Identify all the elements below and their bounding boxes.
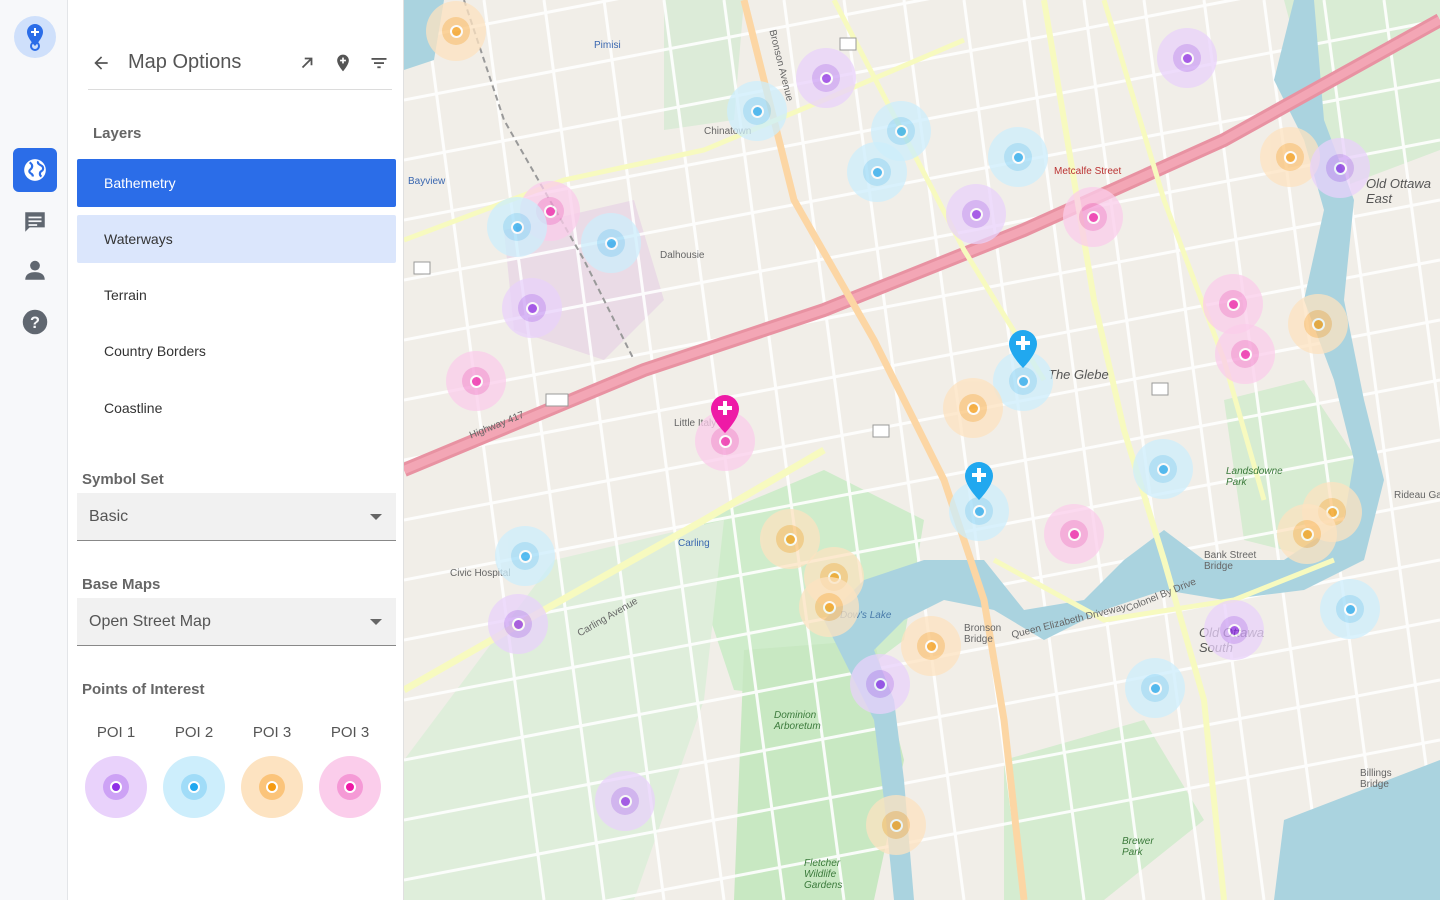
poi-marker[interactable] xyxy=(1157,28,1217,88)
base-maps-heading: Base Maps xyxy=(82,576,161,593)
app-logo-icon xyxy=(14,16,56,58)
filter-icon[interactable] xyxy=(366,50,392,76)
dropdown-arrow-icon xyxy=(370,619,382,625)
poi-label: POI 3 xyxy=(330,724,370,741)
poi-2-marker-icon xyxy=(163,756,225,818)
layer-item-country-borders[interactable]: Country Borders xyxy=(77,327,396,375)
poi-marker[interactable] xyxy=(1204,600,1264,660)
poi-item-3[interactable]: POI 3 xyxy=(240,724,304,818)
map-label: Fletcher Wildlife Gardens xyxy=(804,858,843,891)
poi-label: POI 3 xyxy=(252,724,292,741)
map-label: Bayview xyxy=(408,176,446,187)
poi-marker[interactable] xyxy=(1310,138,1370,198)
poi-item-2[interactable]: POI 2 xyxy=(162,724,226,818)
poi-marker[interactable] xyxy=(1133,439,1193,499)
map-label: The Glebe xyxy=(1048,367,1109,382)
layers-heading: Layers xyxy=(93,125,142,142)
map-label: Pimisi xyxy=(594,40,621,51)
chat-icon[interactable] xyxy=(13,200,57,244)
panel-header: Map Options xyxy=(88,36,392,90)
poi-label: POI 2 xyxy=(174,724,214,741)
poi-marker[interactable] xyxy=(1215,324,1275,384)
map-label: Dalhousie xyxy=(660,250,705,261)
map-label: Dominion Arboretum xyxy=(774,710,821,732)
symbol-set-value: Basic xyxy=(89,507,129,525)
layer-item-coastline[interactable]: Coastline xyxy=(77,384,396,432)
poi-marker[interactable] xyxy=(1277,504,1337,564)
page-title: Map Options xyxy=(128,51,242,73)
poi-marker[interactable] xyxy=(595,771,655,831)
poi-marker[interactable] xyxy=(901,616,961,676)
map-view[interactable]: Chinatown Dalhousie The Glebe Old Ottawa… xyxy=(404,0,1440,900)
poi-3-marker-icon xyxy=(241,756,303,818)
back-arrow-icon[interactable] xyxy=(88,50,114,76)
poi-marker[interactable] xyxy=(727,81,787,141)
expand-arrow-icon[interactable] xyxy=(294,50,320,76)
help-icon[interactable]: ? xyxy=(13,300,57,344)
map-options-panel: Map Options Layers Bathemetry Waterways … xyxy=(68,0,404,900)
poi-marker[interactable] xyxy=(1063,187,1123,247)
poi-4-marker-icon xyxy=(319,756,381,818)
poi-item-1[interactable]: POI 1 xyxy=(84,724,148,818)
layer-item-bathemetry[interactable]: Bathemetry xyxy=(77,159,396,207)
poi-marker[interactable] xyxy=(426,1,486,61)
map-label: Carling xyxy=(678,538,710,549)
svg-text:?: ? xyxy=(30,314,40,332)
poi-marker[interactable] xyxy=(1044,504,1104,564)
map-label: Metcalfe Street xyxy=(1054,166,1122,177)
map-label: Bronson Bridge xyxy=(964,623,1002,645)
poi-marker[interactable] xyxy=(487,197,547,257)
map-label: Landsdowne Park xyxy=(1226,466,1283,488)
symbol-set-heading: Symbol Set xyxy=(82,471,164,488)
poi-marker[interactable] xyxy=(1288,294,1348,354)
poi-1-marker-icon xyxy=(85,756,147,818)
add-location-icon[interactable] xyxy=(330,50,356,76)
poi-marker[interactable] xyxy=(943,378,1003,438)
poi-marker[interactable] xyxy=(988,127,1048,187)
dropdown-arrow-icon xyxy=(370,514,382,520)
poi-marker[interactable] xyxy=(581,213,641,273)
poi-item-4[interactable]: POI 3 xyxy=(318,724,382,818)
poi-marker[interactable] xyxy=(1320,579,1380,639)
layer-item-terrain[interactable]: Terrain xyxy=(77,271,396,319)
poi-marker[interactable] xyxy=(495,526,555,586)
map-label: Bank Street Bridge xyxy=(1204,550,1257,572)
poi-marker[interactable] xyxy=(488,594,548,654)
poi-marker[interactable] xyxy=(866,795,926,855)
map-label: Rideau Garden xyxy=(1394,490,1440,501)
poi-marker[interactable] xyxy=(1125,658,1185,718)
poi-label: POI 1 xyxy=(96,724,136,741)
poi-marker[interactable] xyxy=(799,577,859,637)
poi-heading: Points of Interest xyxy=(82,681,205,698)
map-label: Billings Bridge xyxy=(1360,768,1392,790)
poi-marker[interactable] xyxy=(850,654,910,714)
base-maps-select[interactable]: Open Street Map xyxy=(77,598,396,646)
poi-marker[interactable] xyxy=(446,351,506,411)
globe-icon[interactable] xyxy=(13,148,57,192)
map-label: Brewer Park xyxy=(1122,836,1154,858)
person-icon[interactable] xyxy=(13,248,57,292)
map-label: Old Ottawa East xyxy=(1366,176,1432,206)
poi-marker[interactable] xyxy=(946,184,1006,244)
layer-item-waterways[interactable]: Waterways xyxy=(77,215,396,263)
symbol-set-select[interactable]: Basic xyxy=(77,493,396,541)
base-maps-value: Open Street Map xyxy=(89,612,211,630)
poi-marker[interactable] xyxy=(796,48,856,108)
poi-marker[interactable] xyxy=(502,278,562,338)
poi-marker[interactable] xyxy=(847,142,907,202)
nav-rail: ? xyxy=(0,0,68,900)
